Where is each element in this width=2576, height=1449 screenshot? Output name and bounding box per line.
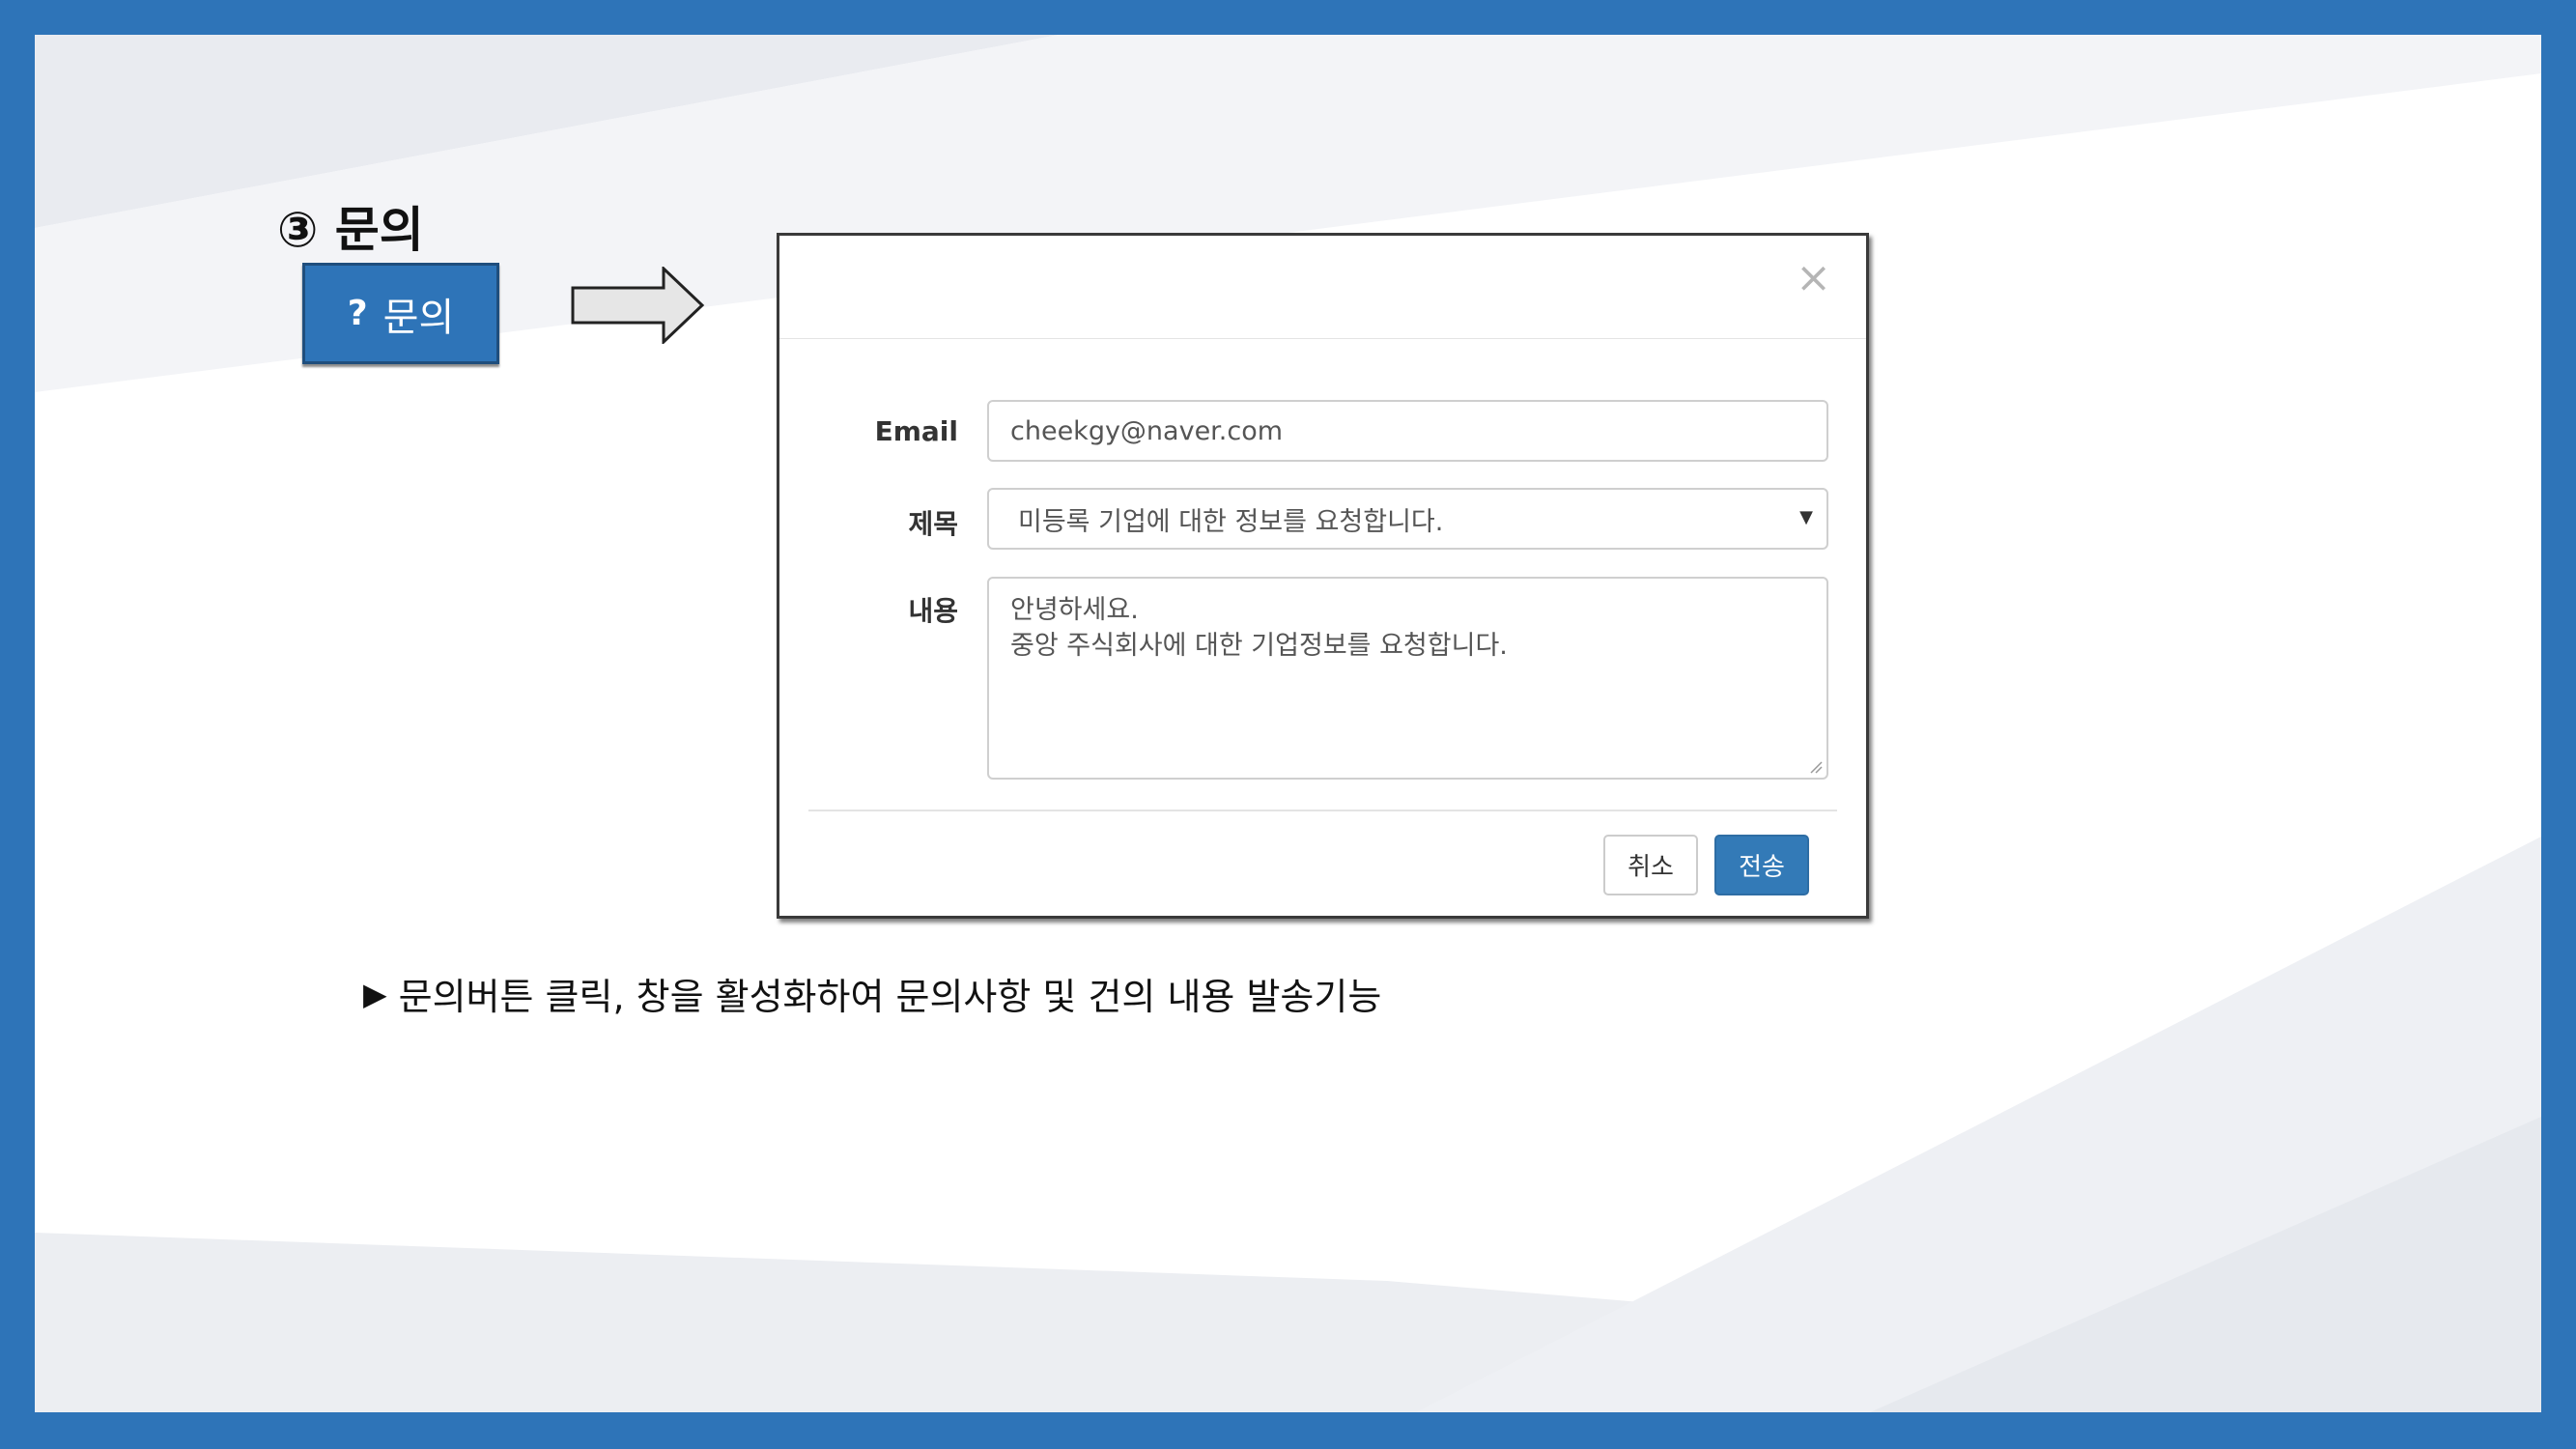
caption: ▶ 문의버튼 클릭, 창을 활성화하여 문의사항 및 건의 내용 발송기능	[363, 967, 1381, 1020]
inquiry-button-label: 문의	[382, 295, 455, 340]
send-button[interactable]: 전송	[1714, 835, 1809, 895]
section-title: ③ 문의	[277, 202, 424, 258]
email-label: Email	[874, 415, 958, 447]
bullet-triangle-icon: ▶	[363, 975, 387, 1012]
content-label: 내용	[908, 595, 958, 627]
subject-select[interactable]: 미등록 기업에 대한 정보를 요청합니다. ▼	[987, 488, 1828, 550]
caret-down-icon: ▼	[1799, 507, 1813, 527]
inquiry-modal: × Email cheekgy@naver.com 제목 미등록 기업에 대한 …	[777, 233, 1869, 919]
content-line-2: 중앙 주식회사에 대한 기업정보를 요청합니다.	[1010, 631, 1508, 661]
email-field[interactable]: cheekgy@naver.com	[987, 400, 1828, 462]
content-line-1: 안녕하세요.	[1010, 595, 1139, 625]
email-value: cheekgy@naver.com	[1010, 415, 1284, 446]
right-arrow-icon	[571, 267, 705, 344]
content-textarea[interactable]: 안녕하세요. 중앙 주식회사에 대한 기업정보를 요청합니다.	[987, 577, 1828, 780]
resize-grip-icon[interactable]	[1809, 760, 1823, 774]
cancel-button[interactable]: 취소	[1603, 835, 1698, 895]
modal-footer-divider	[808, 810, 1837, 811]
subject-value: 미등록 기업에 대한 정보를 요청합니다.	[1018, 506, 1444, 537]
modal-header-divider	[779, 338, 1866, 339]
close-icon[interactable]: ×	[1796, 257, 1831, 299]
question-mark-icon: ?	[347, 294, 368, 333]
subject-label: 제목	[908, 508, 958, 540]
inquiry-button[interactable]: ? 문의	[302, 263, 499, 364]
caption-text: 문의버튼 클릭, 창을 활성화하여 문의사항 및 건의 내용 발송기능	[398, 976, 1382, 1018]
